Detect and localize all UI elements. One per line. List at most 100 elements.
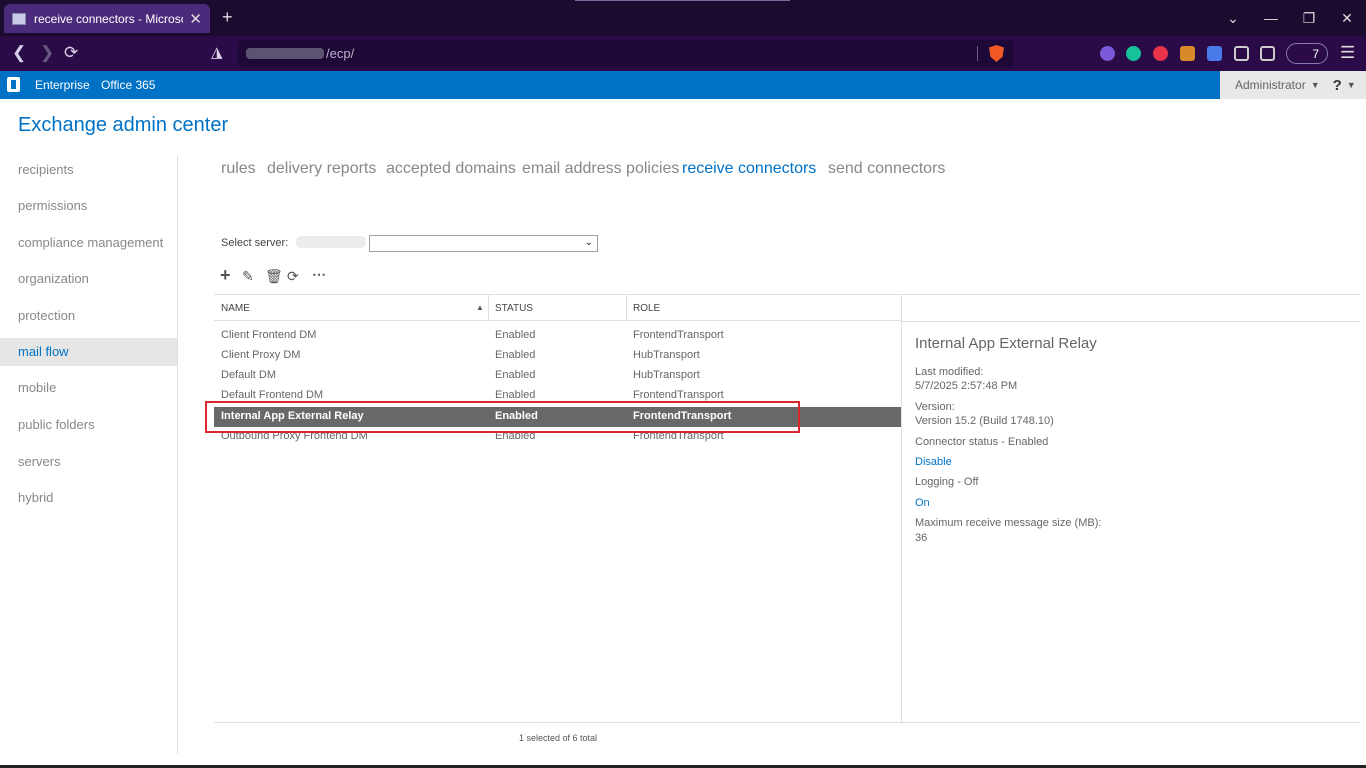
edit-pencil-icon[interactable]: ✎ xyxy=(242,268,254,285)
table-row[interactable]: Client Proxy DM Enabled HubTransport xyxy=(214,346,901,366)
exchange-favicon-icon xyxy=(12,12,26,25)
nav-permissions[interactable]: permissions xyxy=(0,192,177,220)
extension-gear-icon[interactable] xyxy=(1100,46,1115,61)
url-host-redacted xyxy=(246,48,324,59)
cell-role: HubTransport xyxy=(633,349,700,361)
connector-status-text: Connector status - Enabled xyxy=(915,436,1049,448)
nav-recipients[interactable]: recipients xyxy=(0,156,177,184)
column-divider xyxy=(626,295,627,321)
restore-button[interactable]: ❐ xyxy=(1290,10,1328,27)
address-bar[interactable]: /ecp/ xyxy=(238,40,1014,67)
nav-servers[interactable]: servers xyxy=(0,448,177,476)
tab-accepted-domains[interactable]: accepted domains xyxy=(386,160,516,178)
last-modified-label: Last modified: xyxy=(915,366,984,378)
nav-mobile[interactable]: mobile xyxy=(0,374,177,402)
tab-delivery-reports[interactable]: delivery reports xyxy=(267,160,376,178)
column-header-role[interactable]: ROLE xyxy=(633,303,660,314)
cell-name: Default DM xyxy=(221,369,277,381)
chevron-down-icon: ⌄ xyxy=(584,237,593,248)
selection-count: 1 selected of 6 total xyxy=(519,733,598,743)
details-divider xyxy=(901,294,902,722)
more-options-icon[interactable]: ⋯ xyxy=(312,266,326,283)
version-label: Version: xyxy=(915,401,955,413)
max-size-label: Maximum receive message size (MB): xyxy=(915,517,1102,529)
details-top-border xyxy=(901,294,1360,295)
cell-status: Enabled xyxy=(495,389,536,401)
window-controls: ⌄ — ❐ ✕ xyxy=(1214,0,1366,36)
column-header-name[interactable]: NAME xyxy=(221,303,250,314)
nav-protection[interactable]: protection xyxy=(0,302,177,330)
add-icon[interactable]: + xyxy=(220,265,231,286)
nav-divider xyxy=(177,156,178,754)
select-server-label: Select server: xyxy=(221,237,289,249)
brave-shields-icon[interactable] xyxy=(989,45,1004,62)
column-divider xyxy=(488,295,489,321)
sidebar-icon[interactable] xyxy=(1260,46,1275,61)
translate-icon[interactable] xyxy=(1207,46,1222,61)
nav-organization[interactable]: organization xyxy=(0,265,177,293)
extensions-icon[interactable] xyxy=(1234,46,1249,61)
table-row[interactable]: Default DM Enabled HubTransport xyxy=(214,366,901,386)
nav-mail-flow[interactable]: mail flow xyxy=(0,338,177,366)
help-icon[interactable]: ? xyxy=(1333,77,1342,94)
enterprise-link[interactable]: Enterprise xyxy=(35,78,90,92)
nav-compliance-management[interactable]: compliance management xyxy=(0,229,177,257)
reload-icon[interactable]: ⟳ xyxy=(64,43,78,63)
connectors-grid: NAME ▲ STATUS ROLE Client Frontend DM En… xyxy=(214,294,901,722)
delete-trash-icon[interactable]: 🗑 xyxy=(265,268,283,285)
url-separator xyxy=(977,46,978,61)
tab-title: receive connectors - Microsoft xyxy=(34,11,184,26)
user-area: Administrator ▼ ? ▼ xyxy=(1220,71,1366,99)
bookmark-icon[interactable]: ◮ xyxy=(211,43,223,61)
admin-user-menu[interactable]: Administrator xyxy=(1235,78,1306,92)
refresh-icon[interactable]: ⟳ xyxy=(287,268,299,285)
cell-role: FrontendTransport xyxy=(633,329,724,341)
tab-rules[interactable]: rules xyxy=(221,160,256,178)
highlight-annotation-box xyxy=(205,401,800,433)
table-row[interactable]: Client Frontend DM Enabled FrontendTrans… xyxy=(214,326,901,346)
office-logo-icon xyxy=(7,77,20,92)
server-name-redacted xyxy=(296,236,366,248)
page-title: Exchange admin center xyxy=(18,114,229,136)
minimize-button[interactable]: — xyxy=(1252,10,1290,26)
cell-role: FrontendTransport xyxy=(633,389,724,401)
browser-menu-icon[interactable]: ☰ xyxy=(1340,43,1355,63)
wallet-rewards-button[interactable]: 7 xyxy=(1286,43,1328,64)
tab-search-icon[interactable]: ⌄ xyxy=(1214,10,1252,27)
max-size-value: 36 xyxy=(915,532,928,544)
grammarly-icon[interactable] xyxy=(1126,46,1141,61)
column-header-status[interactable]: STATUS xyxy=(495,303,533,314)
extension-drop-icon[interactable] xyxy=(1153,46,1168,61)
version-value: Version 15.2 (Build 1748.10) xyxy=(915,415,1054,427)
new-tab-button[interactable]: + xyxy=(222,7,233,28)
details-title: Internal App External Relay xyxy=(915,335,1097,352)
ecp-header-bar: Enterprise Office 365 Administrator ▼ ? … xyxy=(0,71,1366,99)
cell-status: Enabled xyxy=(495,329,536,341)
extension-puzzle-color-icon[interactable] xyxy=(1180,46,1195,61)
browser-tab-bar: receive connectors - Microsoft ✕ + ⌄ — ❐… xyxy=(0,0,1366,36)
tab-receive-connectors[interactable]: receive connectors xyxy=(682,160,816,178)
browser-tab[interactable]: receive connectors - Microsoft ✕ xyxy=(4,4,210,33)
cell-role: HubTransport xyxy=(633,369,700,381)
help-chevron-down-icon[interactable]: ▼ xyxy=(1347,80,1356,90)
url-text: /ecp/ xyxy=(326,46,355,61)
nav-hybrid[interactable]: hybrid xyxy=(0,484,177,512)
close-tab-icon[interactable]: ✕ xyxy=(189,10,202,28)
cell-name: Client Proxy DM xyxy=(221,349,301,361)
close-window-button[interactable]: ✕ xyxy=(1328,10,1366,27)
cell-status: Enabled xyxy=(495,369,536,381)
disable-link[interactable]: Disable xyxy=(915,456,952,468)
logging-on-link[interactable]: On xyxy=(915,497,930,509)
tab-send-connectors[interactable]: send connectors xyxy=(828,160,945,178)
nav-public-folders[interactable]: public folders xyxy=(0,411,177,439)
cell-status: Enabled xyxy=(495,349,536,361)
back-arrow-icon[interactable]: ❮ xyxy=(12,43,26,63)
sort-ascending-icon: ▲ xyxy=(476,303,484,312)
tab-email-address-policies[interactable]: email address policies xyxy=(522,160,679,178)
forward-arrow-icon[interactable]: ❯ xyxy=(40,43,54,63)
rewards-count: 7 xyxy=(1312,47,1319,61)
chevron-down-icon[interactable]: ▼ xyxy=(1311,80,1320,90)
server-dropdown[interactable]: ⌄ xyxy=(369,235,598,252)
office365-link[interactable]: Office 365 xyxy=(101,78,155,92)
cell-name: Client Frontend DM xyxy=(221,329,317,341)
